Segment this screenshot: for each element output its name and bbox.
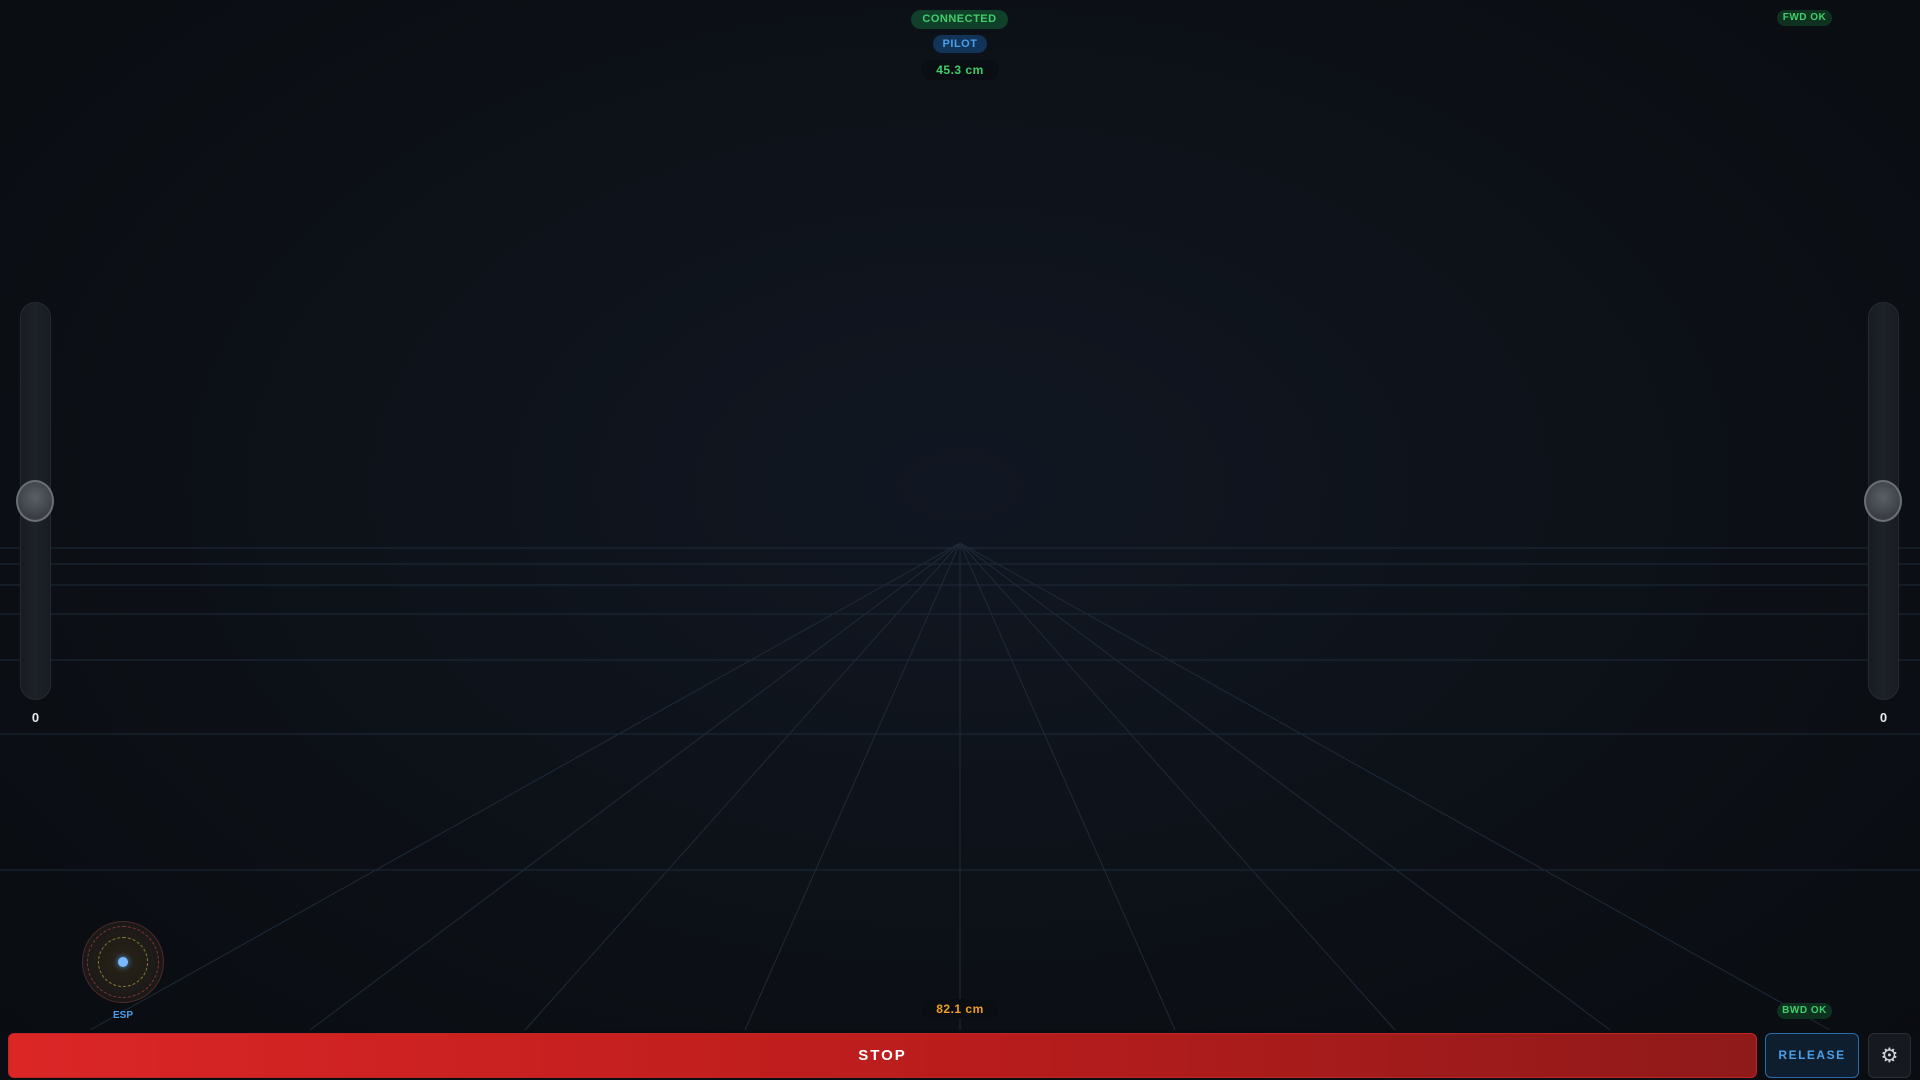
gear-icon: ⚙: [1880, 1043, 1899, 1067]
grid-ray-line: [89, 542, 961, 1031]
connection-status-badge: CONNECTED: [911, 10, 1008, 29]
drive-view: CONNECTED PILOT 45.3 cm FWD OK 0 0 ESP 8…: [0, 0, 1920, 1080]
esp-joystick[interactable]: [82, 921, 164, 1003]
settings-button[interactable]: ⚙: [1868, 1033, 1911, 1078]
backward-sensor-badge: BWD OK: [1777, 1003, 1832, 1019]
left-slider-value: 0: [31, 710, 40, 725]
grid-ray-line: [959, 542, 1176, 1031]
right-slider-value: 0: [1879, 710, 1888, 725]
grid-ray-line: [744, 542, 961, 1031]
joystick-knob[interactable]: [118, 957, 128, 967]
grid-ray-line: [309, 542, 961, 1031]
grid-ray-line: [959, 542, 1611, 1031]
left-slider-thumb[interactable]: [16, 480, 54, 522]
forward-sensor-badge: FWD OK: [1777, 10, 1832, 26]
front-distance-readout: 45.3 cm: [921, 60, 999, 80]
rear-distance-readout: 82.1 cm: [921, 999, 999, 1019]
right-slider-thumb[interactable]: [1864, 480, 1902, 522]
stop-button[interactable]: STOP: [8, 1033, 1757, 1078]
grid-ray-line: [959, 542, 1831, 1031]
grid-ray-line: [959, 542, 1396, 1031]
perspective-grid: [0, 542, 1920, 1031]
grid-ray-line: [524, 542, 961, 1031]
mode-badge: PILOT: [933, 35, 987, 53]
release-button[interactable]: RELEASE: [1765, 1033, 1859, 1078]
joystick-label: ESP: [112, 1010, 133, 1021]
